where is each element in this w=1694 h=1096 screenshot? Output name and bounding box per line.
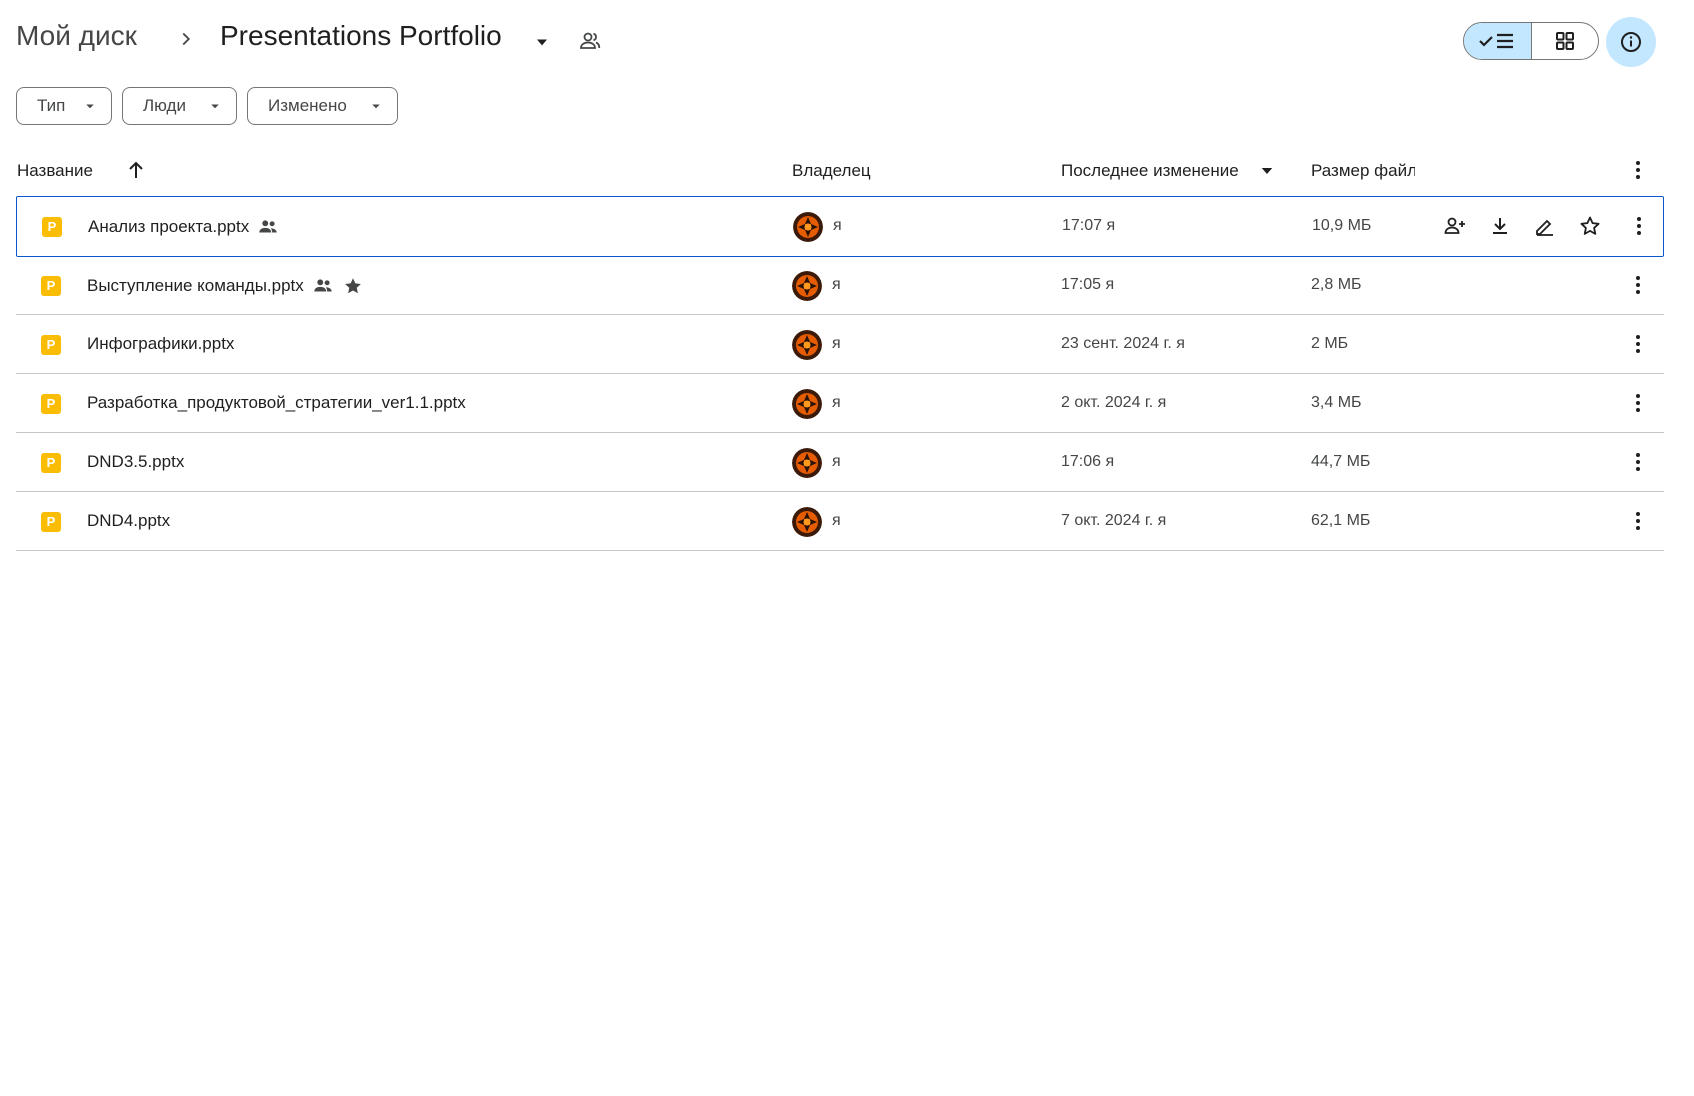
more-vert-icon[interactable] (1626, 509, 1650, 533)
owner-name: я (832, 394, 841, 411)
owner-name: я (832, 512, 841, 529)
slides-file-icon: P (41, 276, 61, 296)
owner-name: я (833, 217, 842, 234)
slides-file-icon: P (41, 394, 61, 414)
file-name-cell: DND3.5.pptx (87, 452, 184, 472)
slides-file-icon: P (41, 335, 61, 355)
avatar (792, 448, 822, 478)
slides-file-icon: P (42, 217, 62, 237)
file-name-cell: Разработка_продуктовой_стратегии_ver1.1.… (87, 393, 466, 413)
shared-folder-icon (580, 32, 601, 49)
file-name: Анализ проекта.pptx (88, 217, 250, 236)
avatar (793, 212, 823, 242)
slides-file-icon: P (41, 512, 61, 532)
grid-view-icon (1555, 32, 1574, 50)
starred-icon (344, 278, 361, 294)
owner-name: я (832, 276, 841, 293)
file-size: 10,9 МБ (1312, 217, 1372, 234)
file-name: DND3.5.pptx (87, 452, 185, 471)
rename-pencil-icon[interactable] (1533, 214, 1557, 238)
modified-date: 2 окт. 2024 г. я (1061, 394, 1167, 411)
file-row[interactable]: P Инфографики.pptx я 23 сент. 2024 г. я … (16, 315, 1664, 374)
file-size: 2,8 МБ (1311, 276, 1362, 293)
file-size: 3,4 МБ (1311, 394, 1362, 411)
column-header-name[interactable]: Название (17, 161, 93, 181)
avatar (792, 507, 822, 537)
avatar (792, 271, 822, 301)
info-icon (1621, 32, 1641, 52)
file-name: Выступление команды.pptx (87, 276, 304, 295)
modified-date: 7 окт. 2024 г. я (1061, 512, 1167, 529)
header: Мой диск Presentations Portfolio (0, 0, 1694, 84)
more-vert-icon[interactable] (1626, 332, 1650, 356)
more-vert-icon[interactable] (1626, 158, 1650, 182)
filter-people-chip[interactable]: Люди (122, 87, 237, 125)
sort-ascending-arrow-icon[interactable] (124, 158, 148, 182)
view-toggle (1463, 22, 1599, 60)
file-name-cell: Инфографики.pptx (87, 334, 234, 354)
caret-down-icon (211, 104, 219, 109)
download-icon[interactable] (1488, 214, 1512, 238)
shared-icon (259, 220, 277, 233)
details-button[interactable] (1606, 17, 1656, 67)
column-header-owner: Владелец (792, 161, 871, 180)
modified-date: 17:05 я (1061, 276, 1115, 293)
file-list: P Анализ проекта.pptx я 17:07 я 10,9 МБ (16, 196, 1664, 551)
file-size: 62,1 МБ (1311, 512, 1371, 529)
filter-people-label: Люди (143, 96, 186, 115)
file-list-header: Название Владелец Последнее изменение Ра… (16, 152, 1664, 192)
filter-type-chip[interactable]: Тип (16, 87, 112, 125)
file-name: Инфографики.pptx (87, 334, 235, 353)
file-name-cell: Выступление команды.pptx (87, 275, 364, 297)
file-size: 44,7 МБ (1311, 453, 1371, 470)
slides-file-icon: P (41, 453, 61, 473)
avatar (792, 330, 822, 360)
caret-down-icon[interactable] (532, 32, 552, 52)
file-name-cell: DND4.pptx (87, 511, 170, 531)
owner-name: я (832, 453, 841, 470)
filter-type-label: Тип (37, 96, 66, 115)
more-vert-icon[interactable] (1626, 391, 1650, 415)
breadcrumb-root[interactable]: Мой диск (16, 20, 137, 52)
caret-down-icon (372, 104, 380, 109)
list-view-button[interactable] (1464, 23, 1532, 59)
modified-date: 23 сент. 2024 г. я (1061, 335, 1185, 352)
file-row[interactable]: P Выступление команды.pptx я 17:05 я 2,8… (16, 256, 1664, 315)
file-row[interactable]: P DND4.pptx я 7 окт. 2024 г. я 62,1 МБ (16, 492, 1664, 551)
file-row[interactable]: P Разработка_продуктовой_стратегии_ver1.… (16, 374, 1664, 433)
owner-name: я (832, 335, 841, 352)
file-size: 2 МБ (1311, 335, 1349, 352)
grid-view-button[interactable] (1532, 23, 1599, 59)
file-name-cell: Анализ проекта.pptx (88, 216, 279, 238)
breadcrumb-current-folder[interactable]: Presentations Portfolio (220, 20, 502, 52)
file-name: DND4.pptx (87, 511, 171, 530)
file-row[interactable]: P DND3.5.pptx я 17:06 я 44,7 МБ (16, 433, 1664, 492)
more-vert-icon[interactable] (1626, 273, 1650, 297)
star-outline-icon[interactable] (1578, 214, 1602, 238)
file-row[interactable]: P Анализ проекта.pptx я 17:07 я 10,9 МБ (16, 196, 1664, 257)
checked-list-view-icon (1479, 33, 1514, 49)
share-person-add-icon[interactable] (1443, 214, 1467, 238)
column-header-modified[interactable]: Последнее изменение (1061, 161, 1239, 181)
file-name: Разработка_продуктовой_стратегии_ver1.1.… (87, 393, 466, 412)
caret-down-icon (86, 104, 94, 109)
chevron-right-icon (182, 32, 191, 46)
column-header-size: Размер файла (1311, 161, 1415, 180)
more-vert-icon[interactable] (1626, 450, 1650, 474)
filter-modified-label: Изменено (268, 96, 347, 115)
modified-date: 17:07 я (1062, 217, 1116, 234)
more-vert-icon[interactable] (1627, 214, 1651, 238)
shared-icon (314, 279, 332, 292)
filter-modified-chip[interactable]: Изменено (247, 87, 398, 125)
avatar (792, 389, 822, 419)
modified-date: 17:06 я (1061, 453, 1115, 470)
caret-down-icon[interactable] (1258, 162, 1276, 180)
